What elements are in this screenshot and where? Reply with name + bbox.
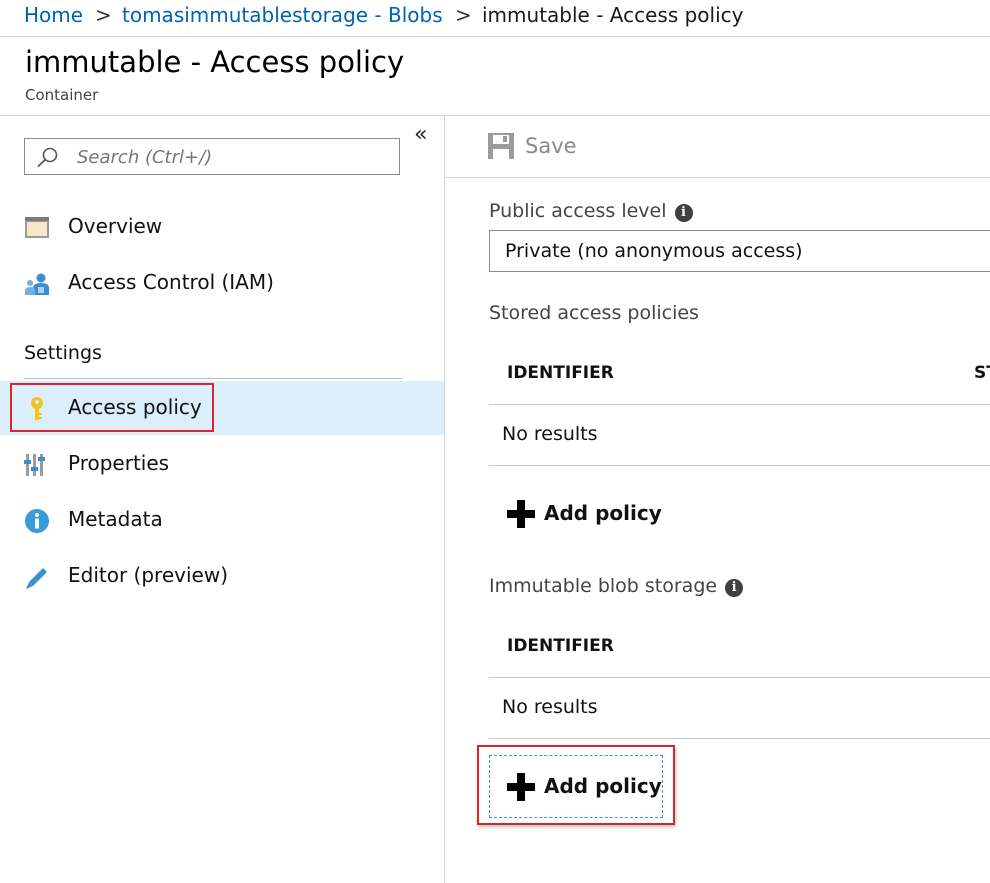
- add-stored-policy-button[interactable]: Add policy: [489, 486, 669, 546]
- column-header-identifier[interactable]: IDENTIFIER: [507, 636, 614, 656]
- breadcrumb-current: immutable - Access policy: [482, 3, 744, 27]
- public-access-label-row: Public access level i: [489, 200, 693, 222]
- column-header-identifier[interactable]: IDENTIFIER: [507, 363, 614, 383]
- empty-results-text: No results: [502, 696, 598, 718]
- sidebar-item-editor[interactable]: Editor (preview): [0, 549, 444, 603]
- sidebar-item-metadata[interactable]: Metadata: [0, 493, 444, 547]
- plus-icon: [507, 500, 535, 528]
- info-icon[interactable]: i: [725, 578, 744, 597]
- info-icon: [25, 509, 49, 533]
- stored-policies-heading: Stored access policies: [489, 302, 699, 324]
- search-input[interactable]: [75, 143, 389, 172]
- save-label: Save: [525, 134, 577, 158]
- highlight-annotation: [10, 383, 214, 432]
- breadcrumb-separator: >: [95, 3, 112, 27]
- breadcrumb-home[interactable]: Home: [24, 1, 83, 29]
- immutable-storage-heading: Immutable blob storage: [489, 575, 718, 597]
- sidebar-item-iam[interactable]: Access Control (IAM): [0, 256, 444, 310]
- public-access-label: Public access level: [489, 200, 667, 222]
- iam-icon: [25, 273, 49, 295]
- search-icon: [37, 147, 58, 168]
- sidebar-divider: [444, 116, 445, 883]
- highlight-annotation: [477, 745, 675, 825]
- column-header-start[interactable]: ST: [974, 363, 990, 383]
- page-title: immutable - Access policy: [25, 45, 405, 79]
- pencil-icon: [26, 568, 47, 589]
- collapse-sidebar-icon[interactable]: «: [414, 124, 427, 146]
- sidebar-item-label: Properties: [68, 451, 170, 475]
- add-policy-label: Add policy: [544, 501, 662, 525]
- overview-icon: [25, 217, 49, 238]
- breadcrumb: Home > tomasimmutablestorage - Blobs > i…: [0, 0, 990, 37]
- page-subtitle: Container: [25, 86, 99, 104]
- table-row: No results: [489, 678, 990, 739]
- settings-divider: [24, 378, 402, 379]
- sidebar-item-properties[interactable]: Properties: [0, 437, 444, 491]
- empty-results-text: No results: [502, 423, 598, 445]
- save-icon: [488, 133, 514, 159]
- stored-policies-table-header: IDENTIFIER ST: [489, 344, 990, 405]
- breadcrumb-separator: >: [455, 3, 472, 27]
- breadcrumb-blobs[interactable]: tomasimmutablestorage - Blobs: [122, 1, 443, 29]
- search-box[interactable]: [24, 138, 400, 175]
- public-access-value: Private (no anonymous access): [505, 240, 803, 262]
- sidebar-item-label: Metadata: [68, 507, 163, 531]
- sidebar-item-label: Overview: [68, 214, 163, 238]
- sidebar-item-label: Access Control (IAM): [68, 270, 274, 294]
- sidebar-item-label: Editor (preview): [68, 563, 228, 587]
- command-bar: Save: [445, 116, 990, 178]
- settings-section-heading: Settings: [24, 342, 102, 364]
- immutable-table-header: IDENTIFIER: [489, 617, 990, 678]
- public-access-select[interactable]: Private (no anonymous access): [489, 230, 990, 272]
- sidebar-item-overview[interactable]: Overview: [0, 200, 444, 254]
- immutable-storage-heading-row: Immutable blob storage i: [489, 575, 744, 597]
- info-icon[interactable]: i: [674, 203, 693, 222]
- properties-icon: [24, 454, 45, 476]
- table-row: No results: [489, 405, 990, 466]
